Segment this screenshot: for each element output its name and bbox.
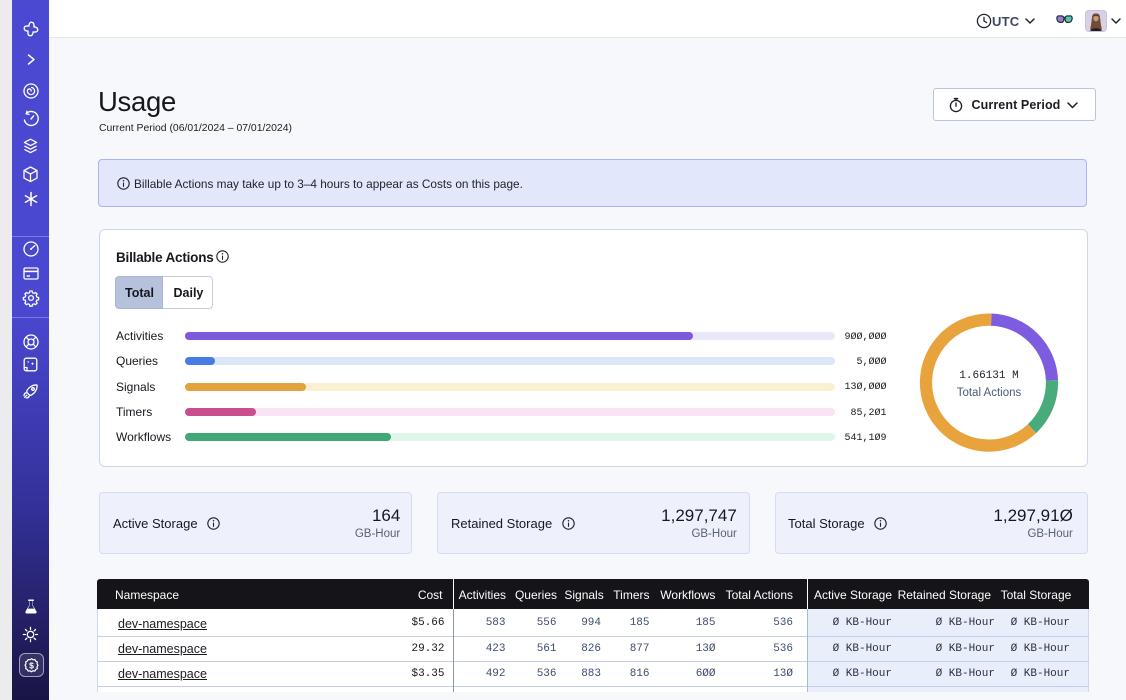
svg-text:$: $ — [29, 661, 34, 671]
